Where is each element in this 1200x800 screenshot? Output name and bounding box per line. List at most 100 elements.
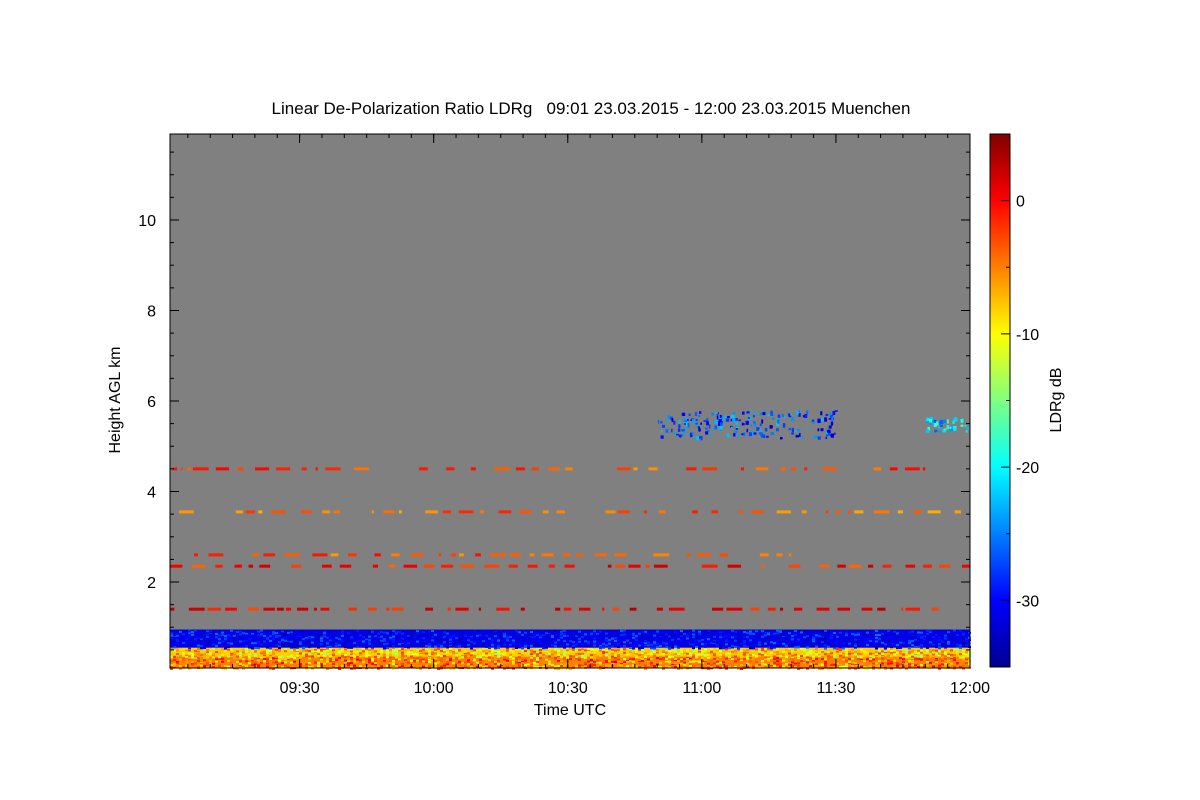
cloud-pixel: [753, 423, 756, 428]
band-pixel: [470, 650, 473, 653]
band-pixel: [317, 661, 320, 664]
band-pixel: [860, 665, 863, 668]
band-pixel: [197, 652, 200, 655]
band-pixel: [230, 653, 233, 656]
band-pixel: [530, 644, 533, 647]
band-pixel: [452, 632, 455, 635]
layer-segment: [245, 510, 255, 514]
band-pixel: [311, 638, 314, 641]
band-pixel: [308, 661, 311, 664]
layer-segment: [348, 553, 357, 557]
band-pixel: [389, 634, 392, 637]
band-pixel: [614, 661, 617, 664]
band-pixel: [581, 642, 584, 645]
band-pixel: [683, 630, 686, 633]
band-pixel: [344, 659, 347, 662]
band-pixel: [692, 633, 695, 636]
band-pixel: [371, 634, 374, 637]
band-pixel: [497, 645, 500, 648]
band-pixel: [626, 639, 629, 642]
band-pixel: [239, 633, 242, 636]
band-pixel: [842, 635, 845, 638]
cloud-pixel: [960, 424, 964, 427]
band-pixel: [398, 655, 401, 658]
band-pixel: [716, 652, 719, 655]
band-pixel: [881, 657, 884, 660]
band-pixel: [719, 650, 722, 653]
band-pixel: [590, 654, 593, 657]
band-pixel: [833, 647, 836, 650]
cloud-pixel: [791, 417, 795, 422]
band-pixel: [185, 655, 188, 658]
band-pixel: [626, 650, 629, 653]
band-pixel: [383, 631, 386, 634]
band-pixel: [662, 658, 665, 661]
ldr-time-height-chart: Linear De-Polarization Ratio LDRg 09:01 …: [107, 99, 1065, 719]
band-pixel: [257, 630, 260, 633]
band-pixel: [845, 665, 848, 668]
band-pixel: [779, 663, 782, 666]
band-pixel: [710, 650, 713, 653]
band-pixel: [608, 659, 611, 662]
cloud-pixel: [708, 424, 711, 429]
band-pixel: [488, 653, 491, 656]
band-pixel: [494, 639, 497, 642]
band-pixel: [731, 664, 734, 667]
band-pixel: [440, 665, 443, 668]
band-pixel: [476, 661, 479, 664]
band-pixel: [479, 661, 482, 664]
band-pixel: [806, 635, 809, 638]
band-pixel: [401, 637, 404, 640]
band-pixel: [437, 661, 440, 664]
band-pixel: [281, 632, 284, 635]
band-pixel: [470, 661, 473, 664]
layer-segment: [234, 564, 242, 568]
cloud-pixel: [824, 417, 828, 422]
layer-segment: [905, 564, 916, 568]
band-pixel: [668, 647, 671, 650]
band-pixel: [764, 640, 767, 643]
cloud-pixel: [746, 411, 750, 414]
band-pixel: [764, 647, 767, 650]
band-pixel: [254, 642, 257, 645]
band-pixel: [644, 652, 647, 655]
band-pixel: [596, 661, 599, 664]
cloud-pixel: [695, 419, 698, 421]
band-pixel: [323, 660, 326, 663]
cloud-pixel: [700, 435, 703, 441]
band-pixel: [884, 661, 887, 664]
layer-segment: [905, 607, 920, 611]
layer-segment: [301, 510, 312, 514]
cloud-pixel: [796, 410, 799, 415]
band-pixel: [308, 650, 311, 653]
band-pixel: [296, 654, 299, 657]
band-pixel: [545, 646, 548, 649]
band-pixel: [182, 635, 185, 638]
band-pixel: [809, 650, 812, 653]
band-pixel: [242, 651, 245, 654]
band-pixel: [539, 651, 542, 654]
band-pixel: [920, 663, 923, 666]
band-pixel: [866, 634, 869, 637]
band-pixel: [860, 653, 863, 656]
band-pixel: [689, 662, 692, 665]
band-pixel: [173, 663, 176, 666]
band-pixel: [332, 663, 335, 666]
band-pixel: [698, 650, 701, 653]
band-pixel: [566, 643, 569, 646]
band-pixel: [245, 645, 248, 648]
band-pixel: [788, 655, 791, 658]
band-pixel: [902, 653, 905, 656]
band-pixel: [899, 641, 902, 644]
band-pixel: [407, 649, 410, 652]
band-pixel: [227, 665, 230, 668]
band-pixel: [239, 656, 242, 659]
layer-segment: [837, 564, 846, 568]
band-pixel: [383, 656, 386, 659]
band-pixel: [434, 657, 437, 660]
band-pixel: [941, 663, 944, 666]
band-pixel: [731, 629, 734, 632]
layer-segment: [470, 467, 476, 471]
band-pixel: [206, 645, 209, 648]
band-pixel: [212, 643, 215, 646]
